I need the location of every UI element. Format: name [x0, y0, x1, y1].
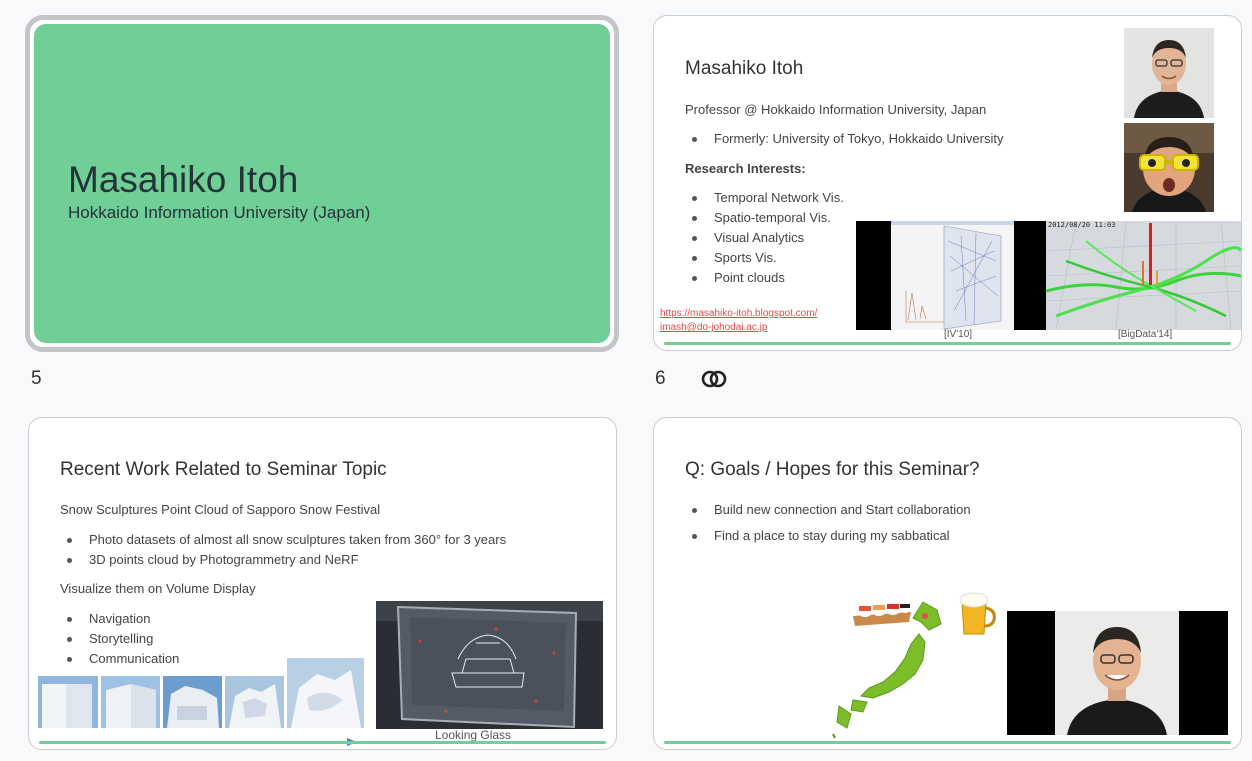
- slide-6-interests-heading: Research Interests:: [685, 161, 806, 176]
- list-item: Formerly: University of Tokyo, Hokkaido …: [685, 129, 1003, 149]
- slide-7-bullets-2: Navigation Storytelling Communication: [60, 609, 179, 669]
- progress-arrow: [43, 733, 357, 746]
- slide-5-canvas: Masahiko Itoh Hokkaido Information Unive…: [34, 24, 610, 343]
- slide-5-title: Masahiko Itoh: [68, 159, 299, 200]
- sushi-icon: [851, 598, 913, 628]
- snow-sculpture-photo-4: [225, 676, 284, 728]
- fun-portrait-photo: [1124, 123, 1214, 212]
- snow-sculpture-photo-2: [101, 676, 160, 728]
- list-item: Build new connection and Start collabora…: [685, 500, 971, 520]
- speaker-video-thumbnail: [1007, 611, 1228, 735]
- slide-6-affiliation: Professor @ Hokkaido Information Univers…: [685, 102, 987, 117]
- list-item: Temporal Network Vis.: [685, 188, 844, 208]
- snow-sculpture-photo-3: [163, 676, 222, 728]
- slide-7-thumbnail[interactable]: Recent Work Related to Seminar Topic Sno…: [28, 417, 617, 750]
- list-item: 3D points cloud by Photogrammetry and Ne…: [60, 550, 506, 570]
- snow-sculpture-photo-5: [287, 658, 364, 728]
- slide-6-accent-bar: [664, 342, 1231, 345]
- slide-7-bullets-1: Photo datasets of almost all snow sculpt…: [60, 530, 506, 570]
- list-item: Spatio-temporal Vis.: [685, 208, 844, 228]
- list-item: Communication: [60, 649, 179, 669]
- list-item: Find a place to stay during my sabbatica…: [685, 526, 971, 546]
- slide-7-intro: Snow Sculptures Point Cloud of Sapporo S…: [60, 502, 381, 517]
- list-item: Point clouds: [685, 268, 844, 288]
- looking-glass-caption: Looking Glass: [435, 728, 512, 742]
- slide-6-interests-list: Temporal Network Vis. Spatio-temporal Vi…: [685, 188, 844, 288]
- slide-6-number: 6: [655, 368, 666, 389]
- slide-8-title: Q: Goals / Hopes for this Seminar?: [685, 459, 980, 480]
- looking-glass-photo: [376, 601, 603, 729]
- slide-6-thumbnail[interactable]: Masahiko Itoh Professor @ Hokkaido Infor…: [653, 15, 1242, 351]
- beer-icon: [956, 590, 996, 636]
- list-item: Sports Vis.: [685, 248, 844, 268]
- bigdata14-visualization-image: 2012/08/20 11:03: [1046, 221, 1241, 330]
- slide-5-subtitle: Hokkaido Information University (Japan): [68, 203, 371, 222]
- list-item: Storytelling: [60, 629, 179, 649]
- slide-5-thumbnail[interactable]: Masahiko Itoh Hokkaido Information Unive…: [25, 15, 619, 352]
- slide-5-number: 5: [31, 368, 42, 389]
- slide-8-bullets: Build new connection and Start collabora…: [685, 500, 971, 546]
- image-timestamp: 2012/08/20 11:03: [1048, 221, 1116, 229]
- list-item: Photo datasets of almost all snow sculpt…: [60, 530, 506, 550]
- slide-6-title: Masahiko Itoh: [685, 58, 804, 79]
- email-link[interactable]: imash@do-johodai.ac.jp: [660, 322, 767, 333]
- portrait-photo: [1124, 28, 1214, 118]
- list-item: Navigation: [60, 609, 179, 629]
- link-icon[interactable]: [700, 365, 728, 393]
- iv10-caption: [IV'10]: [944, 329, 973, 340]
- slide-7-title: Recent Work Related to Seminar Topic: [60, 459, 387, 480]
- slide-8-accent-bar: [664, 741, 1231, 744]
- iv10-visualization-image: [856, 221, 1046, 330]
- list-item: Visual Analytics: [685, 228, 844, 248]
- slide-8-thumbnail[interactable]: Q: Goals / Hopes for this Seminar? Build…: [653, 417, 1242, 750]
- snow-sculpture-photo-1: [38, 676, 98, 728]
- slide-6-formerly-list: Formerly: University of Tokyo, Hokkaido …: [685, 129, 1003, 149]
- slide-7-visualize: Visualize them on Volume Display: [60, 581, 256, 596]
- blog-link[interactable]: https://masahiko-itoh.blogspot.com/: [660, 308, 817, 319]
- bigdata14-caption: [BigData'14]: [1118, 329, 1173, 340]
- slide-7-accent-bar: [39, 741, 606, 744]
